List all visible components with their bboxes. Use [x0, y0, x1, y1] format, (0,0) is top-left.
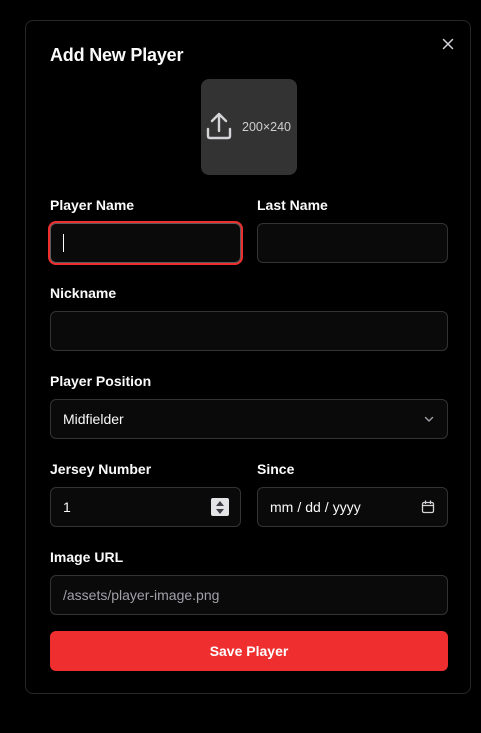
upload-dimensions: 200×240 — [242, 120, 292, 134]
date-year[interactable]: yyyy — [333, 499, 361, 515]
chevron-down-icon — [423, 413, 435, 425]
close-icon — [442, 38, 454, 50]
player-position-value: Midfielder — [63, 411, 124, 427]
image-url-input[interactable]: /assets/player-image.png — [50, 575, 448, 615]
close-button[interactable] — [440, 36, 456, 52]
player-position-select[interactable]: Midfielder — [50, 399, 448, 439]
since-label: Since — [257, 461, 295, 477]
jersey-number-input[interactable]: 1 — [50, 487, 241, 527]
player-name-label: Player Name — [50, 197, 135, 213]
upload-icon — [206, 112, 232, 140]
jersey-number-label: Jersey Number — [50, 461, 152, 477]
add-player-dialog: Add New Player 200×240 Player Name Last … — [25, 20, 471, 694]
spinner-arrows-icon[interactable] — [211, 498, 229, 516]
last-name-input[interactable] — [257, 223, 448, 263]
text-caret — [63, 234, 64, 252]
date-segments: mm / dd / yyyy — [270, 499, 361, 515]
last-name-label: Last Name — [257, 197, 328, 213]
image-upload-area[interactable]: 200×240 — [201, 79, 297, 175]
player-position-label: Player Position — [50, 373, 152, 389]
nickname-input[interactable] — [50, 311, 448, 351]
nickname-label: Nickname — [50, 285, 117, 301]
save-player-button[interactable]: Save Player — [50, 631, 448, 671]
date-separator: / — [297, 499, 302, 515]
image-url-value: /assets/player-image.png — [63, 587, 220, 603]
date-month[interactable]: mm — [270, 499, 293, 515]
calendar-icon[interactable] — [421, 500, 435, 514]
date-separator: / — [324, 499, 329, 515]
date-day[interactable]: dd — [305, 499, 321, 515]
player-name-input[interactable] — [50, 223, 241, 263]
jersey-number-value: 1 — [63, 499, 71, 515]
since-date-input[interactable]: mm / dd / yyyy — [257, 487, 448, 527]
image-url-label: Image URL — [50, 549, 124, 565]
dialog-title: Add New Player — [50, 45, 184, 65]
